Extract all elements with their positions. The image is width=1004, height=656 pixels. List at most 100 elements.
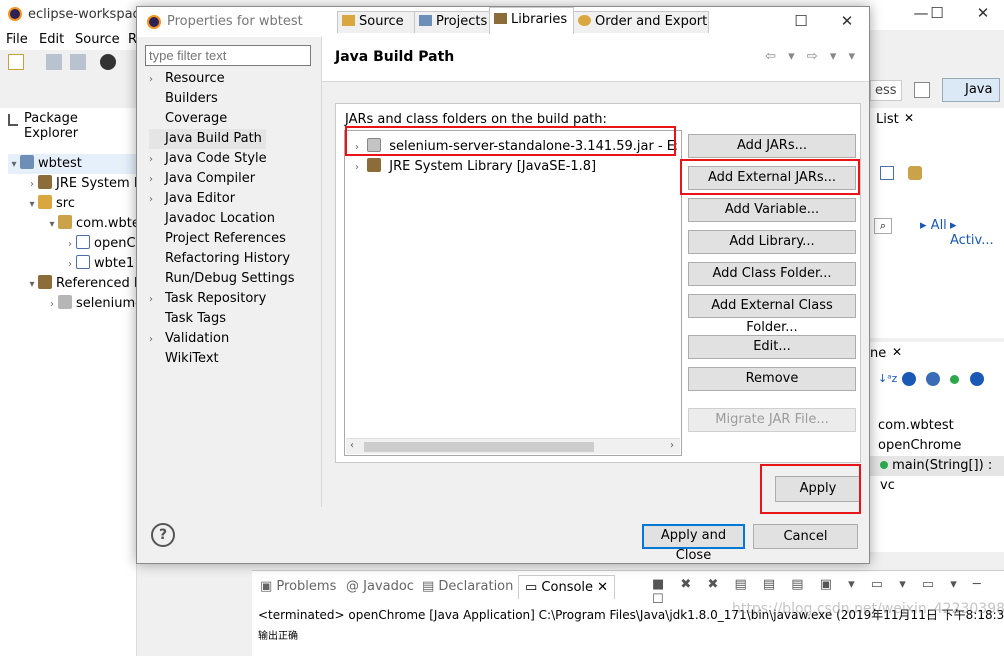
- collapsed-icon[interactable]: ›: [26, 175, 38, 195]
- tab-order-and-export[interactable]: Order and Export: [573, 11, 709, 33]
- collapsed-icon[interactable]: ›: [351, 138, 363, 157]
- hide-fields-icon[interactable]: [902, 372, 916, 386]
- category-item[interactable]: Project References: [149, 229, 290, 249]
- public-members-icon[interactable]: [950, 375, 959, 384]
- add-variable-button[interactable]: Add Variable...: [688, 198, 856, 222]
- collapsed-icon[interactable]: ›: [351, 158, 363, 177]
- apply-and-close-button[interactable]: Apply and Close: [642, 524, 745, 563]
- expanded-icon[interactable]: ▾: [26, 195, 38, 215]
- collapsed-icon[interactable]: ›: [149, 290, 165, 310]
- expanded-icon[interactable]: ▾: [8, 155, 20, 175]
- collapsed-icon[interactable]: ›: [149, 70, 165, 90]
- collapsed-icon[interactable]: ›: [46, 295, 58, 315]
- tab-console[interactable]: ▭ Console ✕: [518, 575, 616, 599]
- category-item[interactable]: › Java Compiler: [149, 169, 259, 189]
- maximize-button[interactable]: ☐: [783, 12, 819, 34]
- hide-static-icon[interactable]: [926, 372, 940, 386]
- tree-row-file-1[interactable]: › openC: [64, 234, 136, 254]
- category-item[interactable]: › Task Repository: [149, 289, 270, 309]
- add-class-folder-button[interactable]: Add Class Folder...: [688, 262, 856, 286]
- menu-file[interactable]: File: [6, 32, 28, 47]
- category-item[interactable]: › Java Code Style: [149, 149, 271, 169]
- expanded-icon[interactable]: ▾: [26, 275, 38, 295]
- sort-icon[interactable]: ↓ᵃz: [878, 372, 897, 385]
- scroll-left-icon[interactable]: ‹: [350, 440, 354, 451]
- new-icon[interactable]: [8, 54, 24, 70]
- add-library-button[interactable]: Add Library...: [688, 230, 856, 254]
- new-task-icon[interactable]: [880, 166, 894, 180]
- add-external-class-folder-button[interactable]: Add External Class Folder...: [688, 294, 856, 335]
- splitter[interactable]: [321, 37, 322, 507]
- collapsed-icon[interactable]: ›: [149, 170, 165, 190]
- open-perspective-icon[interactable]: [914, 82, 930, 98]
- category-item[interactable]: › Resource: [149, 69, 229, 89]
- menu-edit[interactable]: Edit: [39, 32, 64, 47]
- outline-item[interactable]: openChrome: [878, 438, 961, 453]
- jar-list[interactable]: › selenium-server-standalone-3.141.59.ja…: [344, 130, 682, 456]
- collapsed-icon[interactable]: ›: [149, 330, 165, 350]
- outline-item[interactable]: com.wbtest: [878, 418, 954, 433]
- perspective-partial[interactable]: ess: [870, 80, 902, 101]
- category-item[interactable]: › Validation: [149, 329, 233, 349]
- tab-problems[interactable]: ▣ Problems: [260, 579, 336, 594]
- close-icon[interactable]: ✕: [904, 111, 914, 125]
- scroll-thumb[interactable]: [364, 442, 594, 452]
- task-list-tab[interactable]: List: [876, 112, 899, 127]
- category-item-java-build-path[interactable]: Java Build Path: [149, 129, 266, 149]
- tab-declaration[interactable]: ▤ Declaration: [422, 579, 513, 594]
- page-navigation[interactable]: ⇦ ▾ ⇨ ▾ ▾: [765, 49, 859, 64]
- tab-projects[interactable]: Projects: [414, 11, 490, 33]
- tree-row-project[interactable]: ▾ wbtest: [8, 154, 136, 174]
- outline-item-method[interactable]: main(String[]) : vc: [870, 456, 1004, 493]
- sync-icon[interactable]: [908, 166, 922, 180]
- add-jars-button[interactable]: Add JARs...: [688, 134, 856, 158]
- cancel-button[interactable]: Cancel: [753, 524, 858, 549]
- category-item[interactable]: WikiText: [149, 349, 223, 369]
- tree-row-referenced[interactable]: ▾ Referenced I: [26, 274, 138, 294]
- jar-entry-jre[interactable]: › JRE System Library [JavaSE-1.8]: [351, 157, 677, 177]
- collapsed-icon[interactable]: ›: [149, 150, 165, 170]
- scroll-right-icon[interactable]: ›: [670, 440, 674, 451]
- user-icon[interactable]: [100, 54, 116, 70]
- hide-local-types-icon[interactable]: [970, 372, 984, 386]
- migrate-jar-button[interactable]: Migrate JAR File...: [688, 408, 856, 432]
- outline-tab[interactable]: ne: [870, 346, 886, 361]
- tree-row-jar[interactable]: › selenium-: [46, 294, 140, 314]
- horizontal-scrollbar[interactable]: ‹ ›: [346, 438, 680, 454]
- category-item[interactable]: Coverage: [149, 109, 231, 129]
- link-active[interactable]: ▸ Activ...: [950, 218, 1004, 248]
- collapsed-icon[interactable]: ›: [64, 235, 76, 255]
- collapsed-icon[interactable]: ›: [64, 255, 76, 275]
- search-icon[interactable]: ⌕: [874, 218, 892, 234]
- tab-libraries[interactable]: Libraries: [489, 7, 574, 34]
- java-perspective-button[interactable]: Java: [942, 78, 1000, 102]
- collapsed-icon[interactable]: ›: [149, 190, 165, 210]
- menu-source[interactable]: Source: [75, 32, 120, 47]
- close-icon[interactable]: ✕: [892, 345, 902, 359]
- tree-row-jre[interactable]: › JRE System L: [26, 174, 141, 194]
- category-item[interactable]: Javadoc Location: [149, 209, 279, 229]
- tab-source[interactable]: Source: [337, 11, 415, 33]
- package-explorer-tab[interactable]: Package Explorer: [24, 111, 136, 141]
- add-external-jars-button[interactable]: Add External JARs...: [688, 166, 856, 190]
- tree-row-src[interactable]: ▾ src: [26, 194, 75, 214]
- maximize-button[interactable]: ☐: [922, 4, 952, 26]
- apply-button[interactable]: Apply: [775, 476, 861, 502]
- category-item[interactable]: Builders: [149, 89, 222, 109]
- help-icon[interactable]: ?: [151, 523, 175, 547]
- category-item[interactable]: Refactoring History: [149, 249, 294, 269]
- remove-button[interactable]: Remove: [688, 367, 856, 391]
- category-item[interactable]: Run/Debug Settings: [149, 269, 299, 289]
- category-item[interactable]: Task Tags: [149, 309, 230, 329]
- save-all-icon[interactable]: [70, 54, 86, 70]
- jar-entry-selenium[interactable]: › selenium-server-standalone-3.141.59.ja…: [351, 137, 677, 157]
- close-button[interactable]: ✕: [829, 12, 865, 34]
- link-all[interactable]: ▸ All: [920, 218, 947, 233]
- close-button[interactable]: ✕: [968, 4, 998, 26]
- save-icon[interactable]: [46, 54, 62, 70]
- tree-row-package[interactable]: ▾ com.wbte: [46, 214, 140, 234]
- category-item[interactable]: › Java Editor: [149, 189, 239, 209]
- edit-button[interactable]: Edit...: [688, 335, 856, 359]
- filter-input[interactable]: [145, 45, 311, 66]
- tab-javadoc[interactable]: @ Javadoc: [346, 579, 414, 594]
